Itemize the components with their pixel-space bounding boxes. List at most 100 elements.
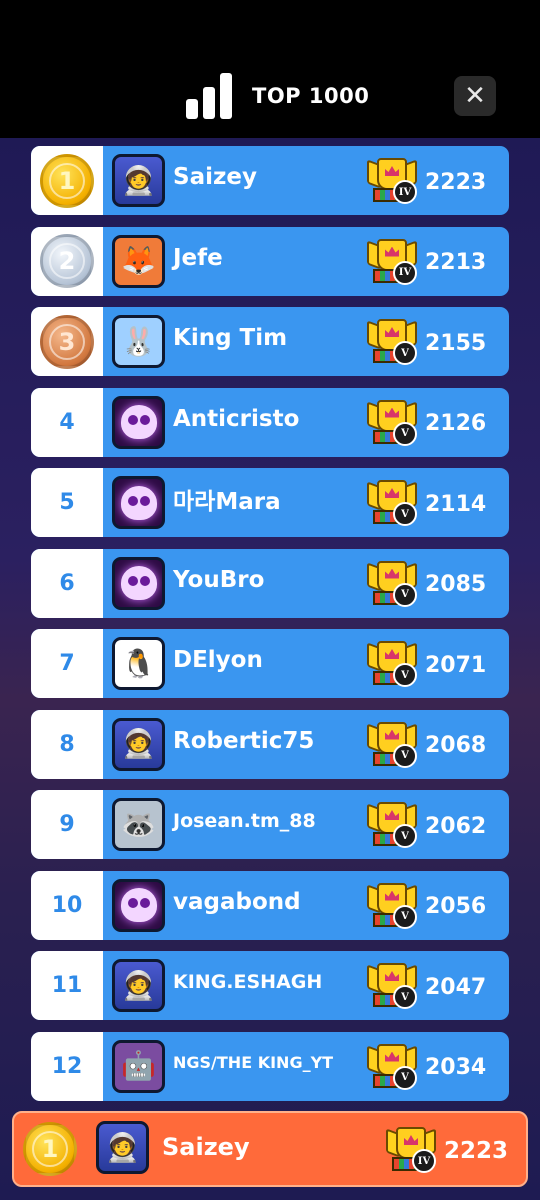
player-name: Saizey — [173, 164, 257, 190]
rank-badge: 12 — [31, 1031, 103, 1101]
trophy-score: 2223 — [444, 1138, 509, 1164]
rank-number: 4 — [59, 409, 75, 435]
leaderboard-row[interactable]: 7 🐧 DElyon V 2071 — [31, 629, 509, 698]
astronaut-avatar: 🧑‍🚀 — [112, 959, 165, 1012]
tier-label: V — [393, 341, 417, 365]
rank-badge: 10 — [31, 870, 103, 940]
trophy-score: 2056 — [425, 894, 487, 919]
player-name: 마라Mara — [173, 489, 281, 515]
robot-avatar: 🤖 — [112, 1039, 165, 1093]
fox-avatar: 🦊 — [112, 234, 165, 288]
leaderboard-row[interactable]: 2 🦊 Jefe IV 2213 — [31, 226, 509, 296]
player-name: Josean.tm_88 — [173, 810, 316, 832]
skull-avatar — [112, 878, 165, 932]
trophy-icon: V — [367, 560, 417, 609]
trophy-score: 2114 — [425, 491, 487, 517]
gold-medal-icon: 1 — [40, 153, 94, 208]
leaderboard-row[interactable]: 3 🐰 King Tim V 2155 — [31, 307, 509, 376]
current-player-row[interactable]: 1 🧑‍🚀 Saizey IV 2223 — [12, 1111, 528, 1187]
trophy-score: 2213 — [425, 250, 487, 275]
trophy-score: 2034 — [425, 1055, 487, 1080]
tier-label: V — [393, 663, 417, 687]
trophy-score: 2223 — [425, 169, 487, 195]
rank-number: 8 — [59, 731, 75, 757]
skull-avatar — [112, 556, 165, 610]
trophy-score: 2047 — [425, 974, 487, 1000]
player-name: NGS/THE KING_YT — [173, 1053, 334, 1072]
trophy-score: 2085 — [425, 572, 487, 597]
leaderboard-row[interactable]: 9 🦝 Josean.tm_88 V 2062 — [31, 790, 509, 859]
trophy-icon: IV — [386, 1127, 436, 1175]
player-name: Saizey — [162, 1133, 250, 1161]
silver-medal-icon: 2 — [40, 234, 94, 288]
leaderboard-row[interactable]: 12 🤖 NGS/THE KING_YT V 2034 — [31, 1031, 509, 1101]
leaderboard-bars-icon — [186, 73, 232, 119]
leaderboard-row[interactable]: 6 YouBro V 2085 — [31, 548, 509, 618]
trophy-icon: V — [367, 319, 417, 367]
rank-number: 11 — [51, 973, 83, 998]
gold-medal-icon: 1 — [23, 1122, 77, 1176]
tier-label: V — [393, 743, 417, 768]
tier-label: IV — [393, 180, 417, 204]
trophy-icon: V — [367, 882, 417, 931]
trophy-icon: V — [367, 1043, 417, 1092]
player-name: DElyon — [173, 647, 263, 673]
tier-label: V — [393, 904, 417, 929]
trophy-score: 2068 — [425, 733, 487, 758]
player-name: YouBro — [173, 566, 265, 593]
astronaut-avatar: 🧑‍🚀 — [96, 1121, 149, 1174]
trophy-icon: V — [367, 641, 417, 689]
trophy-icon: IV — [367, 158, 417, 206]
leaderboard-row[interactable]: 8 🧑‍🚀 Robertic75 V 2068 — [31, 709, 509, 779]
player-name: Jefe — [173, 244, 223, 271]
leaderboard-row[interactable]: 4 Anticristo V 2126 — [31, 387, 509, 457]
player-name: Anticristo — [173, 405, 300, 432]
rank-badge: 9 — [31, 790, 103, 859]
trophy-icon: V — [367, 399, 417, 448]
close-icon: ✕ — [464, 81, 486, 111]
leaderboard-row[interactable]: 11 🧑‍🚀 KING.ESHAGH V 2047 — [31, 951, 509, 1020]
leaderboard-row[interactable]: 10 vagabond V 2056 — [31, 870, 509, 940]
rank-badge: 7 — [31, 629, 103, 698]
trophy-icon: V — [367, 721, 417, 770]
rank-number: 12 — [51, 1053, 83, 1079]
rank-badge: 3 — [31, 307, 103, 376]
tier-label: V — [393, 421, 417, 446]
rank-number: 9 — [59, 812, 75, 837]
bronze-medal-icon: 3 — [40, 314, 94, 369]
page-title: TOP 1000 — [252, 84, 370, 108]
tier-label: V — [393, 824, 417, 848]
bunny-avatar: 🐰 — [112, 315, 165, 368]
player-name: Robertic75 — [173, 727, 315, 754]
astronaut-avatar: 🧑‍🚀 — [112, 154, 165, 207]
player-name: vagabond — [173, 888, 301, 915]
trophy-score: 2126 — [425, 411, 487, 436]
rank-number: 6 — [59, 570, 75, 596]
leaderboard-header: TOP 1000 — [186, 72, 369, 120]
rank-number: 5 — [59, 490, 75, 515]
rank-badge: 5 — [31, 468, 103, 537]
rank-badge: 1 — [14, 1113, 86, 1185]
rank-number: 7 — [59, 651, 75, 676]
skull-avatar — [112, 395, 165, 449]
rank-badge: 2 — [31, 226, 103, 296]
player-name: King Tim — [173, 325, 288, 351]
tier-label: V — [393, 1065, 417, 1090]
player-name: KING.ESHAGH — [173, 971, 323, 993]
rank-badge: 4 — [31, 387, 103, 457]
astronaut-avatar: 🧑‍🚀 — [112, 717, 165, 771]
tier-label: IV — [393, 260, 417, 285]
leaderboard-row[interactable]: 5 마라Mara V 2114 — [31, 468, 509, 537]
tier-label: V — [393, 582, 417, 607]
trophy-score: 2155 — [425, 330, 487, 356]
rank-badge: 6 — [31, 548, 103, 618]
tier-label: IV — [412, 1149, 436, 1173]
trophy-score: 2062 — [425, 813, 487, 839]
tier-label: V — [393, 502, 417, 526]
close-button[interactable]: ✕ — [454, 76, 496, 116]
trophy-icon: V — [367, 963, 417, 1011]
rank-badge: 11 — [31, 951, 103, 1020]
tier-label: V — [393, 985, 417, 1009]
trophy-icon: V — [367, 802, 417, 850]
leaderboard-row[interactable]: 1 🧑‍🚀 Saizey IV 2223 — [31, 146, 509, 215]
